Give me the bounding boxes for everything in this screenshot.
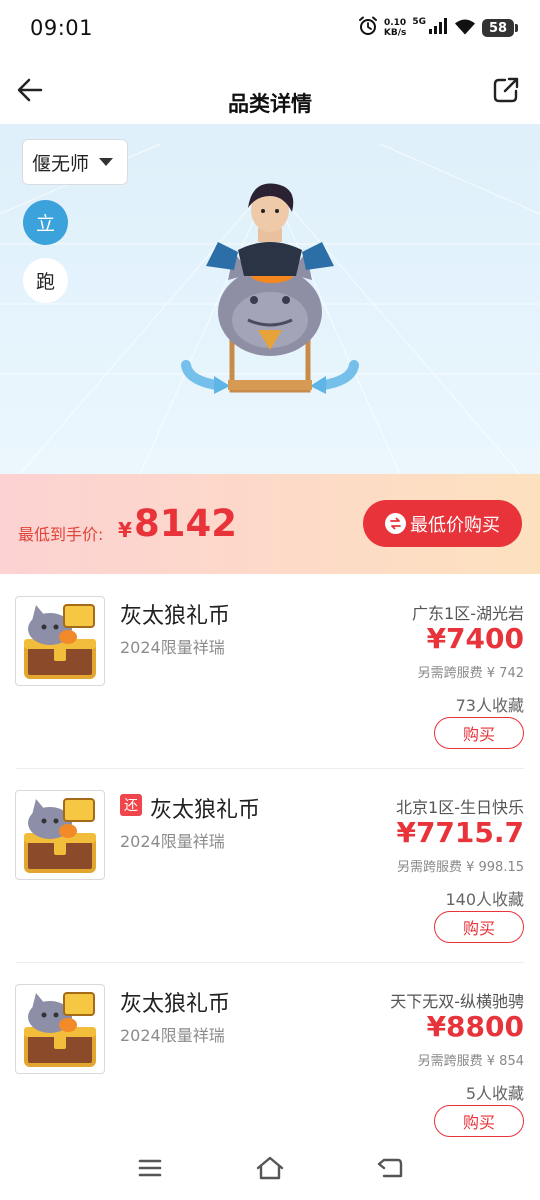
min-price-label: 最低到手价:	[18, 525, 104, 544]
network-speed-unit: KB/s	[383, 28, 407, 38]
nav-home-button[interactable]	[250, 1152, 290, 1184]
pose-run-button[interactable]: 跑	[23, 258, 68, 303]
swap-icon	[385, 513, 406, 534]
listing-item[interactable]: 灰太狼礼币 2024限量祥瑞 天下无双-纵横驰骋 ¥8800 另需跨服费 ¥ 8…	[0, 962, 540, 1156]
item-server: 北京1区-生日快乐	[396, 798, 524, 817]
item-thumbnail	[15, 984, 105, 1074]
item-name: 灰太狼礼币	[120, 604, 231, 629]
nav-menu-button[interactable]	[130, 1152, 170, 1184]
status-icons: 0.10 KB/s 5G 58	[358, 14, 518, 42]
app-header: 品类详情	[0, 56, 540, 124]
item-subtitle: 2024限量祥瑞	[120, 638, 225, 657]
item-name: 灰太狼礼币	[120, 992, 231, 1017]
item-thumbnail	[15, 790, 105, 880]
listing-item[interactable]: 灰太狼礼币 2024限量祥瑞 广东1区-湖光岩 ¥7400 另需跨服费 ¥ 74…	[0, 574, 540, 768]
wifi-icon	[454, 18, 476, 39]
buy-button[interactable]: 购买	[434, 717, 524, 749]
bargain-badge: 还	[120, 794, 142, 816]
min-price-bar: 最低到手价: ¥ 8142 最低价购买	[0, 474, 540, 574]
listing-item[interactable]: 还 灰太狼礼币 2024限量祥瑞 北京1区-生日快乐 ¥7715.7 另需跨服费…	[0, 768, 540, 962]
signal-icon	[428, 18, 448, 38]
battery-icon: 58	[482, 19, 518, 37]
system-navbar	[0, 1140, 540, 1200]
item-favorites: 73人收藏	[455, 696, 524, 715]
caret-down-icon	[99, 158, 114, 166]
character-mount-figure	[181, 183, 359, 394]
alarm-icon	[358, 16, 378, 40]
item-cross-server-fee: 另需跨服费 ¥ 854	[417, 1054, 524, 1069]
share-button[interactable]	[488, 72, 524, 108]
nav-back-button[interactable]	[370, 1152, 410, 1184]
item-cross-server-fee: 另需跨服费 ¥ 998.15	[396, 860, 524, 875]
pose-stand-button[interactable]: 立	[23, 200, 68, 245]
item-server: 广东1区-湖光岩	[412, 604, 524, 623]
item-price: ¥8800	[426, 1010, 524, 1043]
share-external-icon	[493, 77, 519, 103]
item-subtitle: 2024限量祥瑞	[120, 1026, 225, 1045]
list-divider	[16, 962, 524, 963]
menu-icon	[138, 1159, 162, 1177]
min-price-buy-button[interactable]: 最低价购买	[363, 500, 522, 547]
status-time: 09:01	[30, 16, 94, 40]
item-server: 天下无双-纵横驰骋	[390, 992, 524, 1011]
item-name: 灰太狼礼币	[150, 798, 261, 823]
home-icon	[256, 1156, 284, 1180]
item-thumbnail	[15, 596, 105, 686]
item-favorites: 5人收藏	[465, 1084, 524, 1103]
buy-button[interactable]: 购买	[434, 1105, 524, 1137]
item-favorites: 140人收藏	[445, 890, 524, 909]
item-price: ¥7715.7	[396, 816, 524, 849]
back-icon	[377, 1158, 403, 1178]
item-cross-server-fee: 另需跨服费 ¥ 742	[417, 666, 524, 681]
character-select-value: 偃无师	[32, 152, 90, 175]
min-price-value: 8142	[134, 502, 237, 545]
min-price-buy-label: 最低价购买	[410, 514, 500, 536]
page-title: 品类详情	[228, 92, 312, 116]
item-price: ¥7400	[426, 622, 524, 655]
treasure-chest-icon	[24, 992, 96, 1067]
network-speed: 0.10 KB/s	[384, 18, 406, 38]
treasure-chest-icon	[24, 798, 96, 873]
character-showcase: 偃无师 立 跑	[0, 124, 540, 474]
signal-type: 5G	[412, 17, 426, 27]
status-bar: 09:01 0.10 KB/s 5G 58	[0, 0, 540, 56]
character-select[interactable]: 偃无师	[22, 139, 128, 185]
network-speed-value: 0.10	[383, 18, 407, 28]
treasure-chest-icon	[24, 604, 96, 679]
list-divider	[16, 768, 524, 769]
min-price-currency: ¥	[118, 518, 132, 542]
item-subtitle: 2024限量祥瑞	[120, 832, 225, 851]
buy-button[interactable]: 购买	[434, 911, 524, 943]
